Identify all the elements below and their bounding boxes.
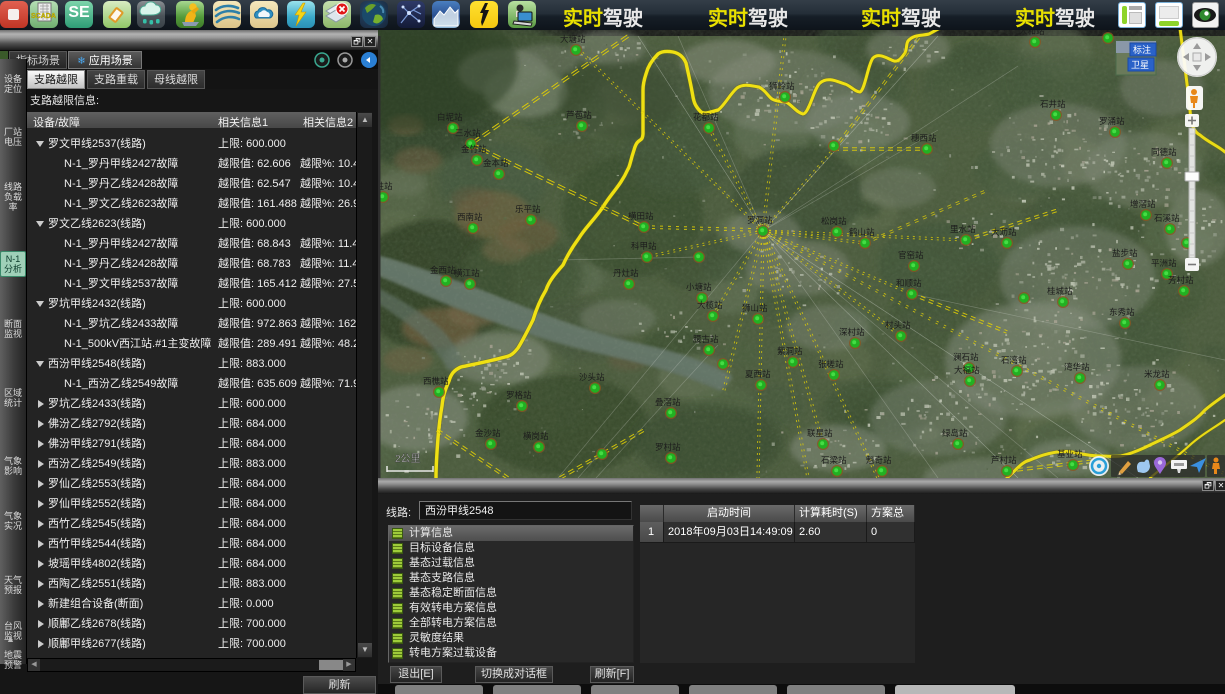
svg-text:罗洞站: 罗洞站 [747, 215, 773, 225]
svg-text:基业站: 基业站 [1057, 449, 1083, 459]
svg-text:鹤山站: 鹤山站 [849, 227, 875, 237]
svg-text:盐步站: 盐步站 [1112, 248, 1138, 258]
svg-text:村头站: 村头站 [885, 320, 911, 330]
svg-text:平洲站: 平洲站 [1151, 258, 1177, 268]
svg-text:紫洞站: 紫洞站 [777, 346, 803, 356]
svg-text:增滘站: 增滘站 [1130, 199, 1156, 209]
svg-text:三水站: 三水站 [455, 128, 481, 138]
svg-text:石井站: 石井站 [1040, 99, 1066, 109]
svg-text:魁奇站: 魁奇站 [866, 455, 892, 465]
svg-text:和顺站: 和顺站 [896, 278, 922, 288]
svg-text:罗涌站: 罗涌站 [1099, 116, 1125, 126]
svg-text:石湾站: 石湾站 [1001, 355, 1027, 365]
svg-text:江高站: 江高站 [1092, 30, 1118, 32]
svg-text:东秀站: 东秀站 [1109, 307, 1135, 317]
svg-text:狮岭站: 狮岭站 [769, 81, 795, 91]
svg-text:石梁站: 石梁站 [821, 455, 847, 465]
svg-text:人和站: 人和站 [1019, 30, 1045, 36]
svg-text:同德站: 同德站 [1151, 147, 1177, 157]
svg-text:大沥站: 大沥站 [991, 227, 1017, 237]
svg-text:松岗站: 松岗站 [821, 216, 847, 226]
svg-text:大塘站: 大塘站 [560, 34, 586, 44]
svg-text:米龙站: 米龙站 [1144, 369, 1170, 379]
svg-text:大榄站: 大榄站 [697, 300, 723, 310]
svg-text:芳村站: 芳村站 [1168, 275, 1194, 285]
svg-text:SCADA: SCADA [31, 13, 56, 20]
svg-text:官窑站: 官窑站 [898, 250, 924, 260]
svg-text:罗村站: 罗村站 [655, 442, 681, 452]
svg-text:卫星: 卫星 [1131, 60, 1149, 70]
svg-text:联星站: 联星站 [807, 428, 833, 438]
svg-text:乐平站: 乐平站 [515, 204, 541, 214]
svg-text:2公里: 2公里 [395, 453, 421, 465]
svg-text:罗格站: 罗格站 [506, 390, 532, 400]
svg-text:横江站: 横江站 [454, 268, 480, 278]
svg-text:绿岛站: 绿岛站 [942, 428, 968, 438]
svg-text:横岗站: 横岗站 [523, 431, 549, 441]
svg-text:夏西站: 夏西站 [745, 369, 771, 379]
svg-text:深村站: 深村站 [839, 327, 865, 337]
svg-text:沙头站: 沙头站 [579, 372, 605, 382]
svg-text:大福站: 大福站 [954, 365, 980, 375]
svg-text:白坭站: 白坭站 [437, 112, 463, 122]
svg-text:石溪站: 石溪站 [1154, 213, 1180, 223]
svg-text:西南站: 西南站 [457, 212, 483, 222]
svg-text:穗西站: 穗西站 [911, 133, 937, 143]
svg-text:芦苞站: 芦苞站 [566, 110, 592, 120]
svg-text:金沙站: 金沙站 [475, 428, 501, 438]
svg-text:狮山站: 狮山站 [742, 303, 768, 313]
svg-text:科甲站: 科甲站 [631, 241, 657, 251]
svg-text:张槎站: 张槎站 [818, 359, 844, 369]
svg-text:标注: 标注 [1133, 44, 1151, 55]
svg-text:桂城站: 桂城站 [1047, 286, 1073, 296]
svg-text:西樵站: 西樵站 [423, 376, 449, 386]
svg-text:芦村站: 芦村站 [991, 455, 1017, 465]
svg-text:横田站: 横田站 [628, 211, 654, 221]
svg-text:里水站: 里水站 [950, 224, 976, 234]
svg-text:澜石站: 澜石站 [953, 352, 979, 362]
svg-text:腰古站: 腰古站 [693, 334, 719, 344]
svg-text:丹灶站: 丹灶站 [613, 268, 639, 278]
svg-text:金西站: 金西站 [430, 265, 456, 275]
svg-text:湾华站: 湾华站 [1064, 362, 1090, 372]
svg-text:花都站: 花都站 [693, 112, 719, 122]
svg-text:金竹站: 金竹站 [461, 144, 487, 154]
svg-text:金本站: 金本站 [483, 158, 509, 168]
svg-text:小塘站: 小塘站 [686, 282, 712, 292]
svg-text:叠滘站: 叠滘站 [655, 397, 681, 407]
